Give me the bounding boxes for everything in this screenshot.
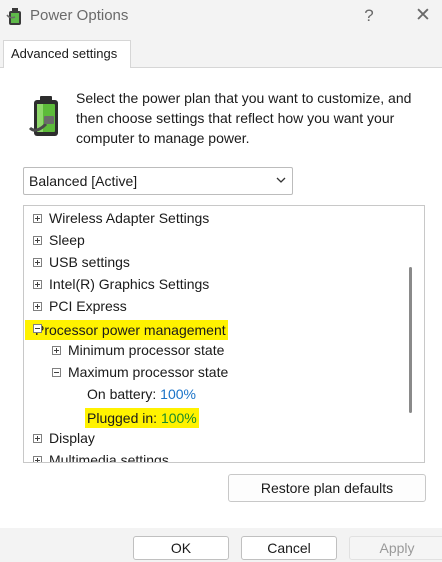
expand-icon[interactable] [33, 302, 42, 311]
apply-button[interactable]: Apply [349, 536, 442, 560]
expand-icon[interactable] [33, 456, 42, 462]
ok-button[interactable]: OK [133, 536, 229, 560]
plugged-in-value[interactable]: 100% [161, 410, 197, 426]
tree-item-maximum-processor-state[interactable]: Maximum processor state [24, 363, 424, 385]
expand-icon[interactable] [33, 280, 42, 289]
help-button[interactable]: ? [358, 3, 380, 29]
plugged-in-label: Plugged in: [87, 410, 158, 426]
tab-advanced-settings[interactable]: Advanced settings [3, 40, 131, 68]
battery-plug-icon [28, 96, 58, 136]
cancel-button[interactable]: Cancel [241, 536, 337, 560]
on-battery-value[interactable]: 100% [160, 386, 196, 402]
restore-plan-defaults-button[interactable]: Restore plan defaults [228, 474, 426, 502]
tree-item-processor-power-management[interactable]: Processor power management [24, 319, 424, 341]
expand-icon[interactable] [33, 434, 42, 443]
tree-item-minimum-processor-state[interactable]: Minimum processor state [24, 341, 424, 363]
collapse-icon[interactable] [33, 324, 42, 333]
description-text: Select the power plan that you want to c… [76, 90, 412, 146]
tree-item-sleep[interactable]: Sleep [24, 231, 424, 253]
on-battery-label: On battery: [87, 386, 157, 402]
tree-item-intel-graphics[interactable]: Intel(R) Graphics Settings [24, 275, 424, 297]
tree-item-usb[interactable]: USB settings [24, 253, 424, 275]
tree-item-pci-express[interactable]: PCI Express [24, 297, 424, 319]
tree-item-plugged-in[interactable]: Plugged in: 100% [24, 407, 424, 429]
expand-icon[interactable] [33, 214, 42, 223]
tab-label: Advanced settings [11, 46, 118, 61]
tree-item-display[interactable]: Display [24, 429, 424, 451]
power-plan-value: Balanced [Active] [29, 173, 138, 189]
expand-icon[interactable] [33, 258, 42, 267]
power-options-app-icon [6, 8, 21, 25]
close-button[interactable]: ✕ [410, 3, 436, 29]
window-title: Power Options [30, 7, 129, 24]
expand-icon[interactable] [52, 346, 61, 355]
tree-item-wireless[interactable]: Wireless Adapter Settings [24, 209, 424, 231]
tree-item-on-battery[interactable]: On battery: 100% [24, 385, 424, 407]
collapse-icon[interactable] [52, 368, 61, 377]
tree-item-multimedia[interactable]: Multimedia settings [24, 451, 424, 462]
title-bar: Power Options ? ✕ [0, 0, 442, 32]
power-plan-select[interactable]: Balanced [Active] [23, 167, 293, 195]
settings-tree[interactable]: Wireless Adapter Settings Sleep USB sett… [23, 205, 425, 463]
expand-icon[interactable] [33, 236, 42, 245]
chevron-down-icon [276, 177, 286, 183]
tree-scrollbar-thumb[interactable] [409, 267, 412, 413]
